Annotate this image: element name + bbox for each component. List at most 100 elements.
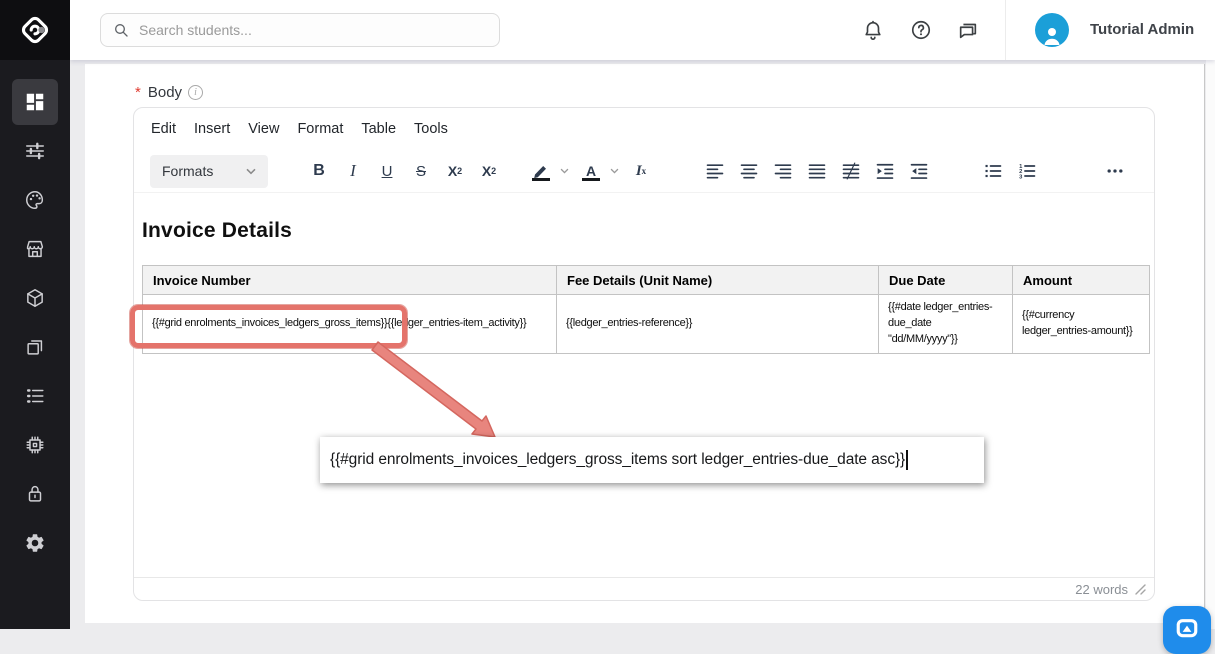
bold-button[interactable]: B — [304, 156, 334, 186]
underline-button[interactable]: U — [372, 156, 402, 186]
required-marker: * — [135, 84, 141, 101]
chat-launcher-button[interactable] — [1163, 606, 1211, 654]
svg-text:3: 3 — [1019, 174, 1023, 180]
menu-format[interactable]: Format — [288, 115, 352, 143]
subscript-button[interactable]: X2 — [440, 156, 470, 186]
col-due-date[interactable]: Due Date — [879, 266, 1013, 295]
sidebar-item-products[interactable] — [0, 273, 70, 322]
text-color-button[interactable]: A — [576, 156, 606, 186]
highlight-color-chevron[interactable] — [556, 156, 572, 186]
annotation-callout: {{#grid enrolments_invoices_ledgers_gros… — [320, 437, 984, 483]
clear-format-small: x — [642, 166, 647, 176]
subscript-base: X — [448, 163, 457, 179]
outdent-button[interactable] — [904, 156, 934, 186]
info-icon[interactable]: i — [188, 85, 203, 100]
menu-insert[interactable]: Insert — [185, 115, 239, 143]
menu-table[interactable]: Table — [352, 115, 405, 143]
text-cursor — [906, 450, 908, 470]
col-invoice-number[interactable]: Invoice Number — [143, 266, 557, 295]
menu-tools[interactable]: Tools — [405, 115, 457, 143]
cube-3d-icon — [24, 287, 46, 309]
bulleted-list-icon — [24, 385, 46, 407]
editor-toolbar: Formats B I U S X2 X2 A — [134, 150, 1154, 193]
editor-statusbar: 22 words — [134, 577, 1154, 600]
col-fee-details[interactable]: Fee Details (Unit Name) — [557, 266, 879, 295]
annotation-arrow — [360, 340, 510, 445]
notifications-button[interactable] — [860, 17, 886, 43]
user-avatar[interactable] — [1035, 13, 1069, 47]
align-center-button[interactable] — [734, 156, 764, 186]
callout-text: {{#grid enrolments_invoices_ledgers_gros… — [330, 451, 905, 469]
formats-dropdown[interactable]: Formats — [150, 155, 268, 188]
editor-resize-handle[interactable] — [1135, 584, 1146, 595]
sidebar-item-security[interactable] — [0, 469, 70, 518]
sidebar-item-sliders[interactable] — [0, 126, 70, 175]
messages-button[interactable] — [955, 17, 981, 43]
editor-content[interactable]: Invoice Details Invoice Number Fee Detai… — [134, 193, 1154, 577]
more-toolbar-button[interactable] — [1100, 156, 1130, 186]
bullet-list-button[interactable] — [978, 156, 1008, 186]
help-button[interactable] — [908, 17, 934, 43]
sidebar-item-store[interactable] — [0, 224, 70, 273]
bell-icon — [862, 19, 884, 41]
superscript-button[interactable]: X2 — [474, 156, 504, 186]
align-right-button[interactable] — [768, 156, 798, 186]
menu-edit[interactable]: Edit — [142, 115, 185, 143]
help-icon — [910, 19, 932, 41]
topbar-divider — [1005, 0, 1006, 60]
align-left-icon — [705, 161, 725, 181]
copy-pages-icon — [24, 336, 46, 358]
search-icon — [113, 22, 129, 38]
text-color-swatch — [582, 178, 600, 181]
outdent-icon — [909, 161, 929, 181]
cell-amount[interactable]: {{#currency ledger_entries-amount}} — [1013, 295, 1150, 354]
sidebar-item-lists[interactable] — [0, 371, 70, 420]
align-none-button[interactable] — [836, 156, 866, 186]
sidebar-items — [0, 77, 70, 567]
sidebar-item-settings[interactable] — [0, 518, 70, 567]
indent-button[interactable] — [870, 156, 900, 186]
clear-formatting-button[interactable]: Ix — [626, 156, 656, 186]
cell-fee-details[interactable]: {{ledger_entries-reference}} — [557, 295, 879, 354]
superscript-base: X — [482, 163, 491, 179]
align-none-icon — [841, 161, 861, 181]
col-amount[interactable]: Amount — [1013, 266, 1150, 295]
topbar: Tutorial Admin — [70, 0, 1215, 60]
bullet-list-icon — [983, 161, 1003, 181]
italic-button[interactable]: I — [338, 156, 368, 186]
strikethrough-button[interactable]: S — [406, 156, 436, 186]
sidebar-item-design[interactable] — [0, 175, 70, 224]
user-name[interactable]: Tutorial Admin — [1090, 21, 1194, 38]
sidebar — [0, 0, 70, 629]
rich-text-editor: Edit Insert View Format Table Tools Form… — [133, 107, 1155, 601]
cell-due-date[interactable]: {{#date ledger_entries-due_date "dd/MM/y… — [879, 295, 1013, 354]
app-logo[interactable] — [0, 0, 70, 60]
resize-grip-icon — [1135, 584, 1146, 595]
align-right-icon — [773, 161, 793, 181]
body-field-label: * Body i — [135, 84, 203, 101]
search-input[interactable] — [139, 22, 499, 38]
sidebar-item-dashboard[interactable] — [0, 77, 70, 126]
align-justify-button[interactable] — [802, 156, 832, 186]
align-left-button[interactable] — [700, 156, 730, 186]
highlight-color-button[interactable] — [526, 156, 556, 186]
sliders-tune-icon — [24, 140, 46, 162]
person-icon — [1040, 23, 1064, 47]
app-logo-swirl-icon — [18, 13, 52, 47]
word-count: 22 words — [1075, 582, 1128, 597]
storefront-icon — [24, 238, 46, 260]
align-justify-icon — [807, 161, 827, 181]
dashboard-grid-icon — [24, 91, 46, 113]
sidebar-item-pages[interactable] — [0, 322, 70, 371]
student-search[interactable] — [100, 13, 500, 47]
numbered-list-button[interactable]: 123 — [1012, 156, 1042, 186]
sidebar-item-integrations[interactable] — [0, 420, 70, 469]
scrollbar-track[interactable] — [1206, 60, 1215, 629]
align-center-icon — [739, 161, 759, 181]
text-color-chevron[interactable] — [606, 156, 622, 186]
chat-icon — [957, 19, 979, 41]
formats-label: Formats — [162, 163, 213, 179]
body-label-text: Body — [148, 84, 182, 101]
superscript-small: 2 — [491, 166, 496, 176]
menu-view[interactable]: View — [239, 115, 288, 143]
